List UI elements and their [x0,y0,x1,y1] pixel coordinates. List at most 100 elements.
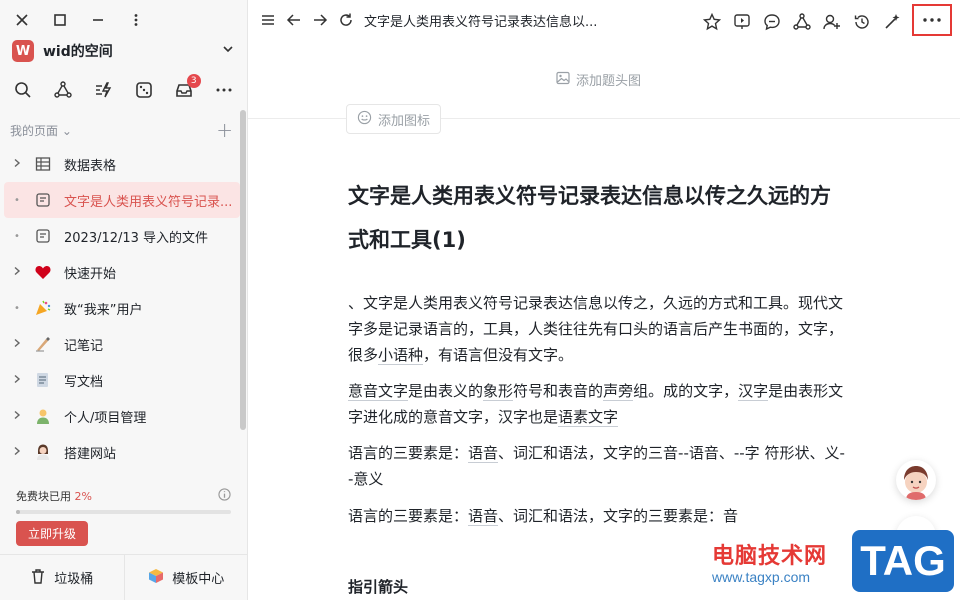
quick-actions-icon[interactable] [92,79,114,101]
chevron-right-icon[interactable] [10,410,24,423]
doc-icon [30,228,56,244]
sidebar-item-8[interactable]: 搭建网站 [4,434,240,470]
graph-icon[interactable] [52,79,74,101]
sidebar-item-0[interactable]: 数据表格 [4,146,240,182]
ai-wand-icon[interactable] [882,12,902,32]
forward-arrow-icon[interactable] [310,10,330,30]
link-shengpang[interactable]: 声旁 [603,382,634,401]
usage-bar-fill [16,510,21,514]
add-cover-label: 添加题头图 [576,74,642,89]
document-title[interactable]: 文字是人类用表义符号记录表达信息以传之久远的方式和工具(1) [348,174,848,262]
add-icon-label: 添加图标 [378,113,431,129]
sidebar-footer: 垃圾桶 模板中心 [0,554,248,600]
inbox-icon[interactable]: 3 [173,74,201,101]
more-options-button[interactable] [912,4,952,36]
usage-bar [16,510,231,514]
link-yuyin-2[interactable]: 语音 [468,507,499,526]
sidebar-item-7[interactable]: 个人/项目管理 [4,398,240,434]
menu-icon[interactable] [258,10,278,30]
chevron-right-icon[interactable] [10,374,24,387]
trash-button[interactable]: 垃圾桶 [0,555,124,600]
writing-hand-icon [30,335,56,353]
breadcrumb-title[interactable]: 文字是人类用表义符号记录表达信息以... [364,11,597,30]
upgrade-button[interactable]: 立即升级 [16,521,88,546]
add-icon-button[interactable]: 添加图标 [346,104,442,134]
trash-icon [30,568,46,588]
info-icon[interactable] [218,488,231,504]
link-yusuwenzi[interactable]: 语素文字 [558,408,619,427]
space-switcher[interactable]: W wid的空间 [12,38,235,64]
link-xiangxing[interactable]: 象形 [483,382,514,401]
link-yiyinwenzi[interactable]: 意音文字 [348,382,409,401]
maximize-icon[interactable] [50,10,70,30]
add-cover-button[interactable]: 添加题头图 [556,70,641,89]
my-pages-header: 我的页面 ⌄ + [10,118,233,142]
back-arrow-icon[interactable] [284,10,304,30]
bullet-icon: • [14,194,20,206]
dice-icon[interactable] [133,79,155,101]
paragraph-4[interactable]: 语言的三要素是：语音、词汇和语法，文字的三要素是：音 [348,503,848,529]
paragraph-3[interactable]: 语言的三要素是：语音、词汇和语法，文字的三音--语音、--字 符形状、义--意义 [348,440,848,492]
party-popper-icon [30,299,56,317]
sidebar-item-5[interactable]: 记笔记 [4,326,240,362]
smiley-icon [357,110,372,129]
paragraph-1[interactable]: 、文字是人类用表义符号记录表达信息以传之，久远的方式和工具。现代文字多是记录语言… [348,290,848,368]
sidebar-item-3[interactable]: 快速开始 [4,254,240,290]
watermark-site-name: 电脑技术网 [712,544,828,569]
sidebar-item-label: 写文档 [64,374,104,390]
chevron-right-icon[interactable] [10,158,24,171]
window-controls [12,10,146,30]
chevron-right-icon[interactable] [10,446,24,459]
document-icon [30,371,56,389]
cube-icon [148,568,164,588]
person-icon [30,407,56,425]
sidebar-item-6[interactable]: 写文档 [4,362,240,398]
table-icon [30,156,56,172]
space-name: wid的空间 [43,44,113,60]
present-icon[interactable] [732,12,752,32]
close-icon[interactable] [12,10,32,30]
star-icon[interactable] [702,12,722,32]
history-icon[interactable] [852,12,872,32]
sidebar-item-label: 2023/12/13 导入的文件 [64,230,209,246]
graph-view-icon[interactable] [792,12,812,32]
bullet-icon: • [14,302,20,314]
minimize-icon[interactable] [88,10,108,30]
image-icon [556,71,570,89]
template-center-button[interactable]: 模板中心 [123,555,249,600]
sidebar-item-label: 搭建网站 [64,446,117,462]
heart-icon [30,263,56,281]
assistant-avatar[interactable] [896,460,936,500]
refresh-icon[interactable] [336,10,356,30]
more-icon[interactable] [213,79,235,101]
sidebar-item-2[interactable]: • 2023/12/13 导入的文件 [4,218,240,254]
doc-icon [30,192,56,208]
heading-guide-arrow[interactable]: 指引箭头 [348,576,408,597]
my-pages-toggle[interactable]: 我的页面 ⌄ [10,122,72,139]
page-actions [702,4,952,36]
chevron-right-icon[interactable] [10,266,24,279]
usage-info: 免费块已用 2% [16,488,231,504]
sidebar: W wid的空间 3 我的页面 ⌄ + 数据表格 • 文字是人类用表义符号记录...… [0,0,248,600]
add-page-icon[interactable]: + [216,118,233,142]
woman-icon [30,443,56,461]
share-user-icon[interactable] [822,12,842,32]
chevron-right-icon[interactable] [10,338,24,351]
notification-badge: 3 [186,74,201,88]
sidebar-scrollbar[interactable] [240,110,246,430]
link-hanzi[interactable]: 汉字 [738,382,769,401]
sidebar-item-1[interactable]: • 文字是人类用表义符号记录... [4,182,240,218]
sidebar-item-label: 文字是人类用表义符号记录... [64,194,233,210]
link-xiaoyuzhong[interactable]: 小语种 [378,346,424,365]
chevron-down-icon [221,42,235,60]
paragraph-2[interactable]: 意音文字是由表义的象形符号和表音的声旁组。成的文字，汉字是由表形文字进化成的意音… [348,378,848,430]
search-icon[interactable] [12,79,34,101]
usage-label: 免费块已用 [16,490,71,503]
sidebar-item-label: 记笔记 [64,338,104,354]
watermark-tag-logo: TAG [852,530,954,592]
kebab-menu-icon[interactable] [126,10,146,30]
link-yuyin[interactable]: 语音 [468,444,499,463]
comment-icon[interactable] [762,12,782,32]
trash-label: 垃圾桶 [54,572,94,587]
sidebar-item-4[interactable]: • 致“我来”用户 [4,290,240,326]
